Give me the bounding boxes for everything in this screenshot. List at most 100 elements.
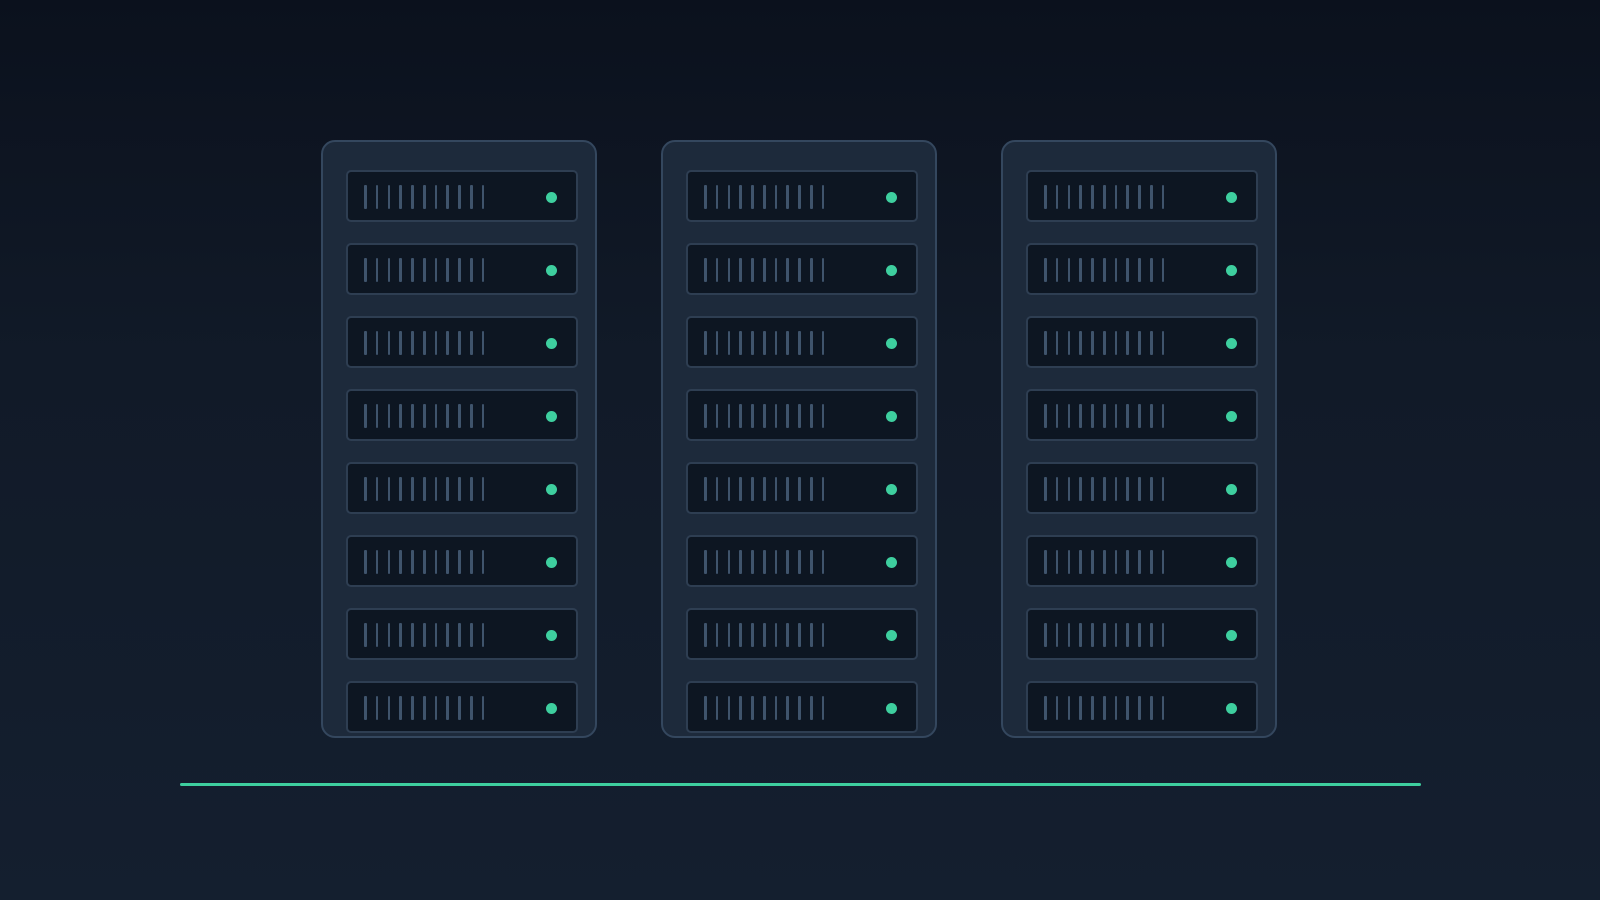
vent-slot <box>434 404 438 428</box>
vent-slot <box>786 404 790 428</box>
vent-slot <box>1150 185 1153 209</box>
vent-slot <box>399 331 402 355</box>
vent-slot <box>1091 185 1094 209</box>
vent-slot <box>458 404 461 428</box>
vent-slot <box>715 623 719 647</box>
vent-slot <box>375 623 379 647</box>
vent-slot <box>399 258 402 282</box>
vent-slot <box>821 696 825 720</box>
vent-slot <box>470 404 473 428</box>
vent-slot <box>739 185 742 209</box>
vent-slot <box>1161 623 1165 647</box>
server-unit <box>1026 535 1258 587</box>
vent-slot <box>1126 331 1130 355</box>
vent-slot <box>1126 185 1130 209</box>
server-unit <box>1026 681 1258 733</box>
status-led-icon <box>1226 192 1237 203</box>
vent-grille <box>704 696 825 720</box>
vent-grille <box>704 477 825 501</box>
vent-slot <box>470 331 473 355</box>
vent-slot <box>821 623 825 647</box>
vent-slot <box>727 404 731 428</box>
vent-slot <box>411 550 414 574</box>
status-led-icon <box>886 338 897 349</box>
vent-slot <box>364 477 367 501</box>
vent-slot <box>458 258 461 282</box>
vent-slot <box>1161 185 1165 209</box>
vent-slot <box>1138 477 1141 501</box>
vent-slot <box>821 477 825 501</box>
status-led-icon <box>546 192 557 203</box>
vent-slot <box>458 696 461 720</box>
vent-slot <box>727 477 731 501</box>
vent-slot <box>422 258 426 282</box>
vent-grille <box>364 331 485 355</box>
vent-slot <box>434 258 438 282</box>
vent-slot <box>715 404 719 428</box>
server-unit <box>686 170 918 222</box>
vent-slot <box>387 696 391 720</box>
vent-grille <box>364 404 485 428</box>
vent-slot <box>786 696 790 720</box>
vent-slot <box>387 550 391 574</box>
vent-slot <box>762 185 766 209</box>
vent-slot <box>1102 331 1106 355</box>
server-rack-1 <box>321 140 597 738</box>
server-unit <box>346 535 578 587</box>
vent-grille <box>1044 331 1165 355</box>
vent-slot <box>810 331 813 355</box>
vent-slot <box>387 404 391 428</box>
vent-slot <box>1161 550 1165 574</box>
vent-slot <box>1067 258 1071 282</box>
vent-slot <box>1138 696 1141 720</box>
server-unit <box>346 681 578 733</box>
vent-slot <box>1055 477 1059 501</box>
vent-slot <box>739 404 742 428</box>
status-led-icon <box>886 411 897 422</box>
vent-slot <box>821 404 825 428</box>
vent-slot <box>1126 477 1130 501</box>
vent-slot <box>798 404 801 428</box>
vent-slot <box>1091 404 1094 428</box>
server-unit <box>346 243 578 295</box>
vent-slot <box>1126 623 1130 647</box>
status-led-icon <box>886 703 897 714</box>
vent-slot <box>411 477 414 501</box>
vent-slot <box>1055 258 1059 282</box>
server-unit <box>346 462 578 514</box>
status-led-icon <box>886 630 897 641</box>
status-led-icon <box>1226 265 1237 276</box>
vent-grille <box>364 258 485 282</box>
vent-slot <box>751 185 754 209</box>
vent-slot <box>481 696 485 720</box>
vent-slot <box>798 696 801 720</box>
vent-slot <box>786 477 790 501</box>
vent-slot <box>1150 623 1153 647</box>
vent-slot <box>375 258 379 282</box>
server-unit <box>686 389 918 441</box>
vent-slot <box>1114 696 1118 720</box>
vent-slot <box>727 331 731 355</box>
vent-slot <box>704 550 707 574</box>
vent-slot <box>364 331 367 355</box>
server-unit <box>346 389 578 441</box>
vent-slot <box>1161 258 1165 282</box>
status-led-icon <box>546 630 557 641</box>
vent-slot <box>1138 550 1141 574</box>
vent-slot <box>774 477 778 501</box>
vent-slot <box>1114 185 1118 209</box>
vent-slot <box>446 185 450 209</box>
status-led-icon <box>546 557 557 568</box>
vent-grille <box>704 258 825 282</box>
vent-slot <box>821 185 825 209</box>
vent-slot <box>470 696 473 720</box>
vent-slot <box>774 185 778 209</box>
vent-slot <box>399 404 402 428</box>
vent-slot <box>739 550 742 574</box>
vent-slot <box>1138 623 1141 647</box>
vent-slot <box>434 696 438 720</box>
vent-slot <box>1150 550 1153 574</box>
vent-slot <box>1138 331 1141 355</box>
vent-grille <box>704 623 825 647</box>
vent-slot <box>470 623 473 647</box>
